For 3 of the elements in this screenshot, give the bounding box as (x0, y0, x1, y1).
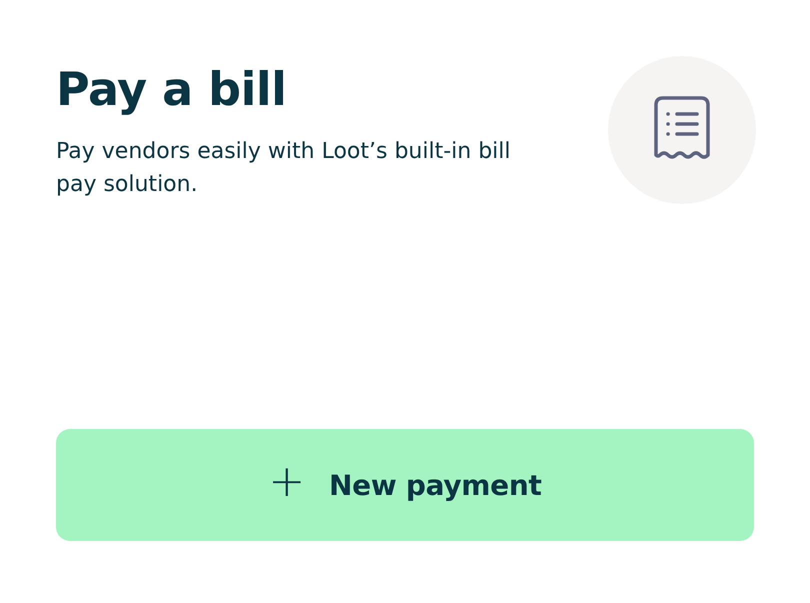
page-title: Pay a bill (56, 62, 288, 118)
description: Pay vendors easily with Loot’s built-in bill pay solution. (56, 138, 512, 200)
new-payment-button[interactable]: + New payment (56, 429, 754, 541)
